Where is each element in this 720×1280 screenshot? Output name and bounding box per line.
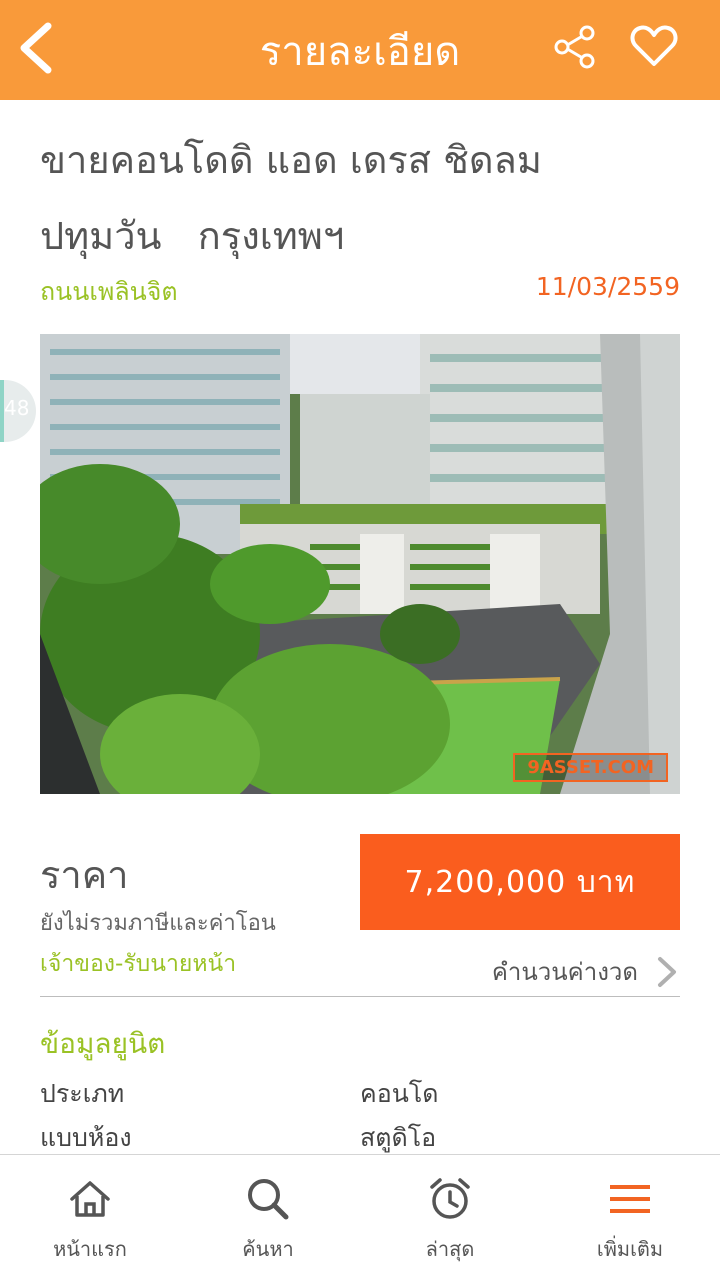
home-icon [70, 1181, 110, 1217]
side-badge[interactable]: 48 [0, 380, 36, 442]
listing-title: ขายคอนโดดิ แอด เดรส ชิดลม ปทุมวัน กรุงเท… [40, 122, 680, 274]
price-badge: 7,200,000 บาท [360, 834, 680, 930]
condo-courtyard-photo [40, 334, 680, 794]
bottom-navigation: หน้าแรก ค้นหา ล่าสุด เพิ่มเติม [0, 1154, 720, 1280]
menu-icon [610, 1185, 650, 1213]
share-icon [554, 25, 595, 69]
nav-item-more[interactable]: เพิ่มเติม [560, 1175, 700, 1265]
listing-title-line-2: ปทุมวัน กรุงเทพฯ [40, 214, 345, 258]
nav-label-more: เพิ่มเติม [596, 1237, 664, 1261]
spec-key: แบบห้อง [40, 1123, 132, 1152]
unit-info-title: ข้อมูลยูนิต [40, 1027, 166, 1060]
road-label: ถนนเพลินจิต [40, 277, 178, 306]
chevron-right-icon [658, 956, 676, 987]
search-icon [248, 1179, 289, 1220]
page-title: รายละเอียด [259, 29, 461, 75]
installment-calculator-label: คำนวนค่างวด [491, 958, 638, 986]
listing-title-line-1: ขายคอนโดดิ แอด เดรส ชิดลม [40, 138, 542, 182]
back-arrow-icon [20, 22, 52, 74]
back-button[interactable] [14, 20, 66, 76]
post-date: 11/03/2559 [535, 272, 680, 301]
alarm-clock-icon [430, 1178, 470, 1219]
spec-key: ประเภท [40, 1079, 125, 1108]
side-badge-label: 48 [4, 396, 30, 420]
listing-photo[interactable]: 9ASSET.COM [40, 334, 680, 794]
spec-value: คอนโด [360, 1079, 439, 1108]
divider [40, 996, 680, 997]
detail-content[interactable]: ขายคอนโดดิ แอด เดรส ชิดลม ปทุมวัน กรุงเท… [0, 100, 720, 1154]
nav-label-recent: ล่าสุด [425, 1237, 475, 1261]
heart-icon [630, 25, 678, 66]
top-bar: รายละเอียด [0, 0, 720, 100]
nav-label-home: หน้าแรก [53, 1237, 127, 1261]
favorite-button[interactable] [628, 20, 680, 72]
installment-calculator-link[interactable]: คำนวนค่างวด [492, 952, 680, 991]
nav-item-recent[interactable]: ล่าสุด [380, 1175, 520, 1265]
nav-item-home[interactable]: หน้าแรก [20, 1175, 160, 1265]
price-note: ยังไม่รวมภาษีและค่าโอน [40, 911, 276, 936]
nav-label-search: ค้นหา [242, 1237, 294, 1261]
spec-value: สตูดิโอ [360, 1123, 437, 1152]
share-button[interactable] [552, 24, 598, 70]
nav-item-search[interactable]: ค้นหา [198, 1175, 338, 1265]
watermark: 9ASSET.COM [513, 753, 668, 782]
price-label: ราคา [40, 853, 129, 897]
agent-type: เจ้าของ-รับนายหน้า [40, 951, 237, 977]
